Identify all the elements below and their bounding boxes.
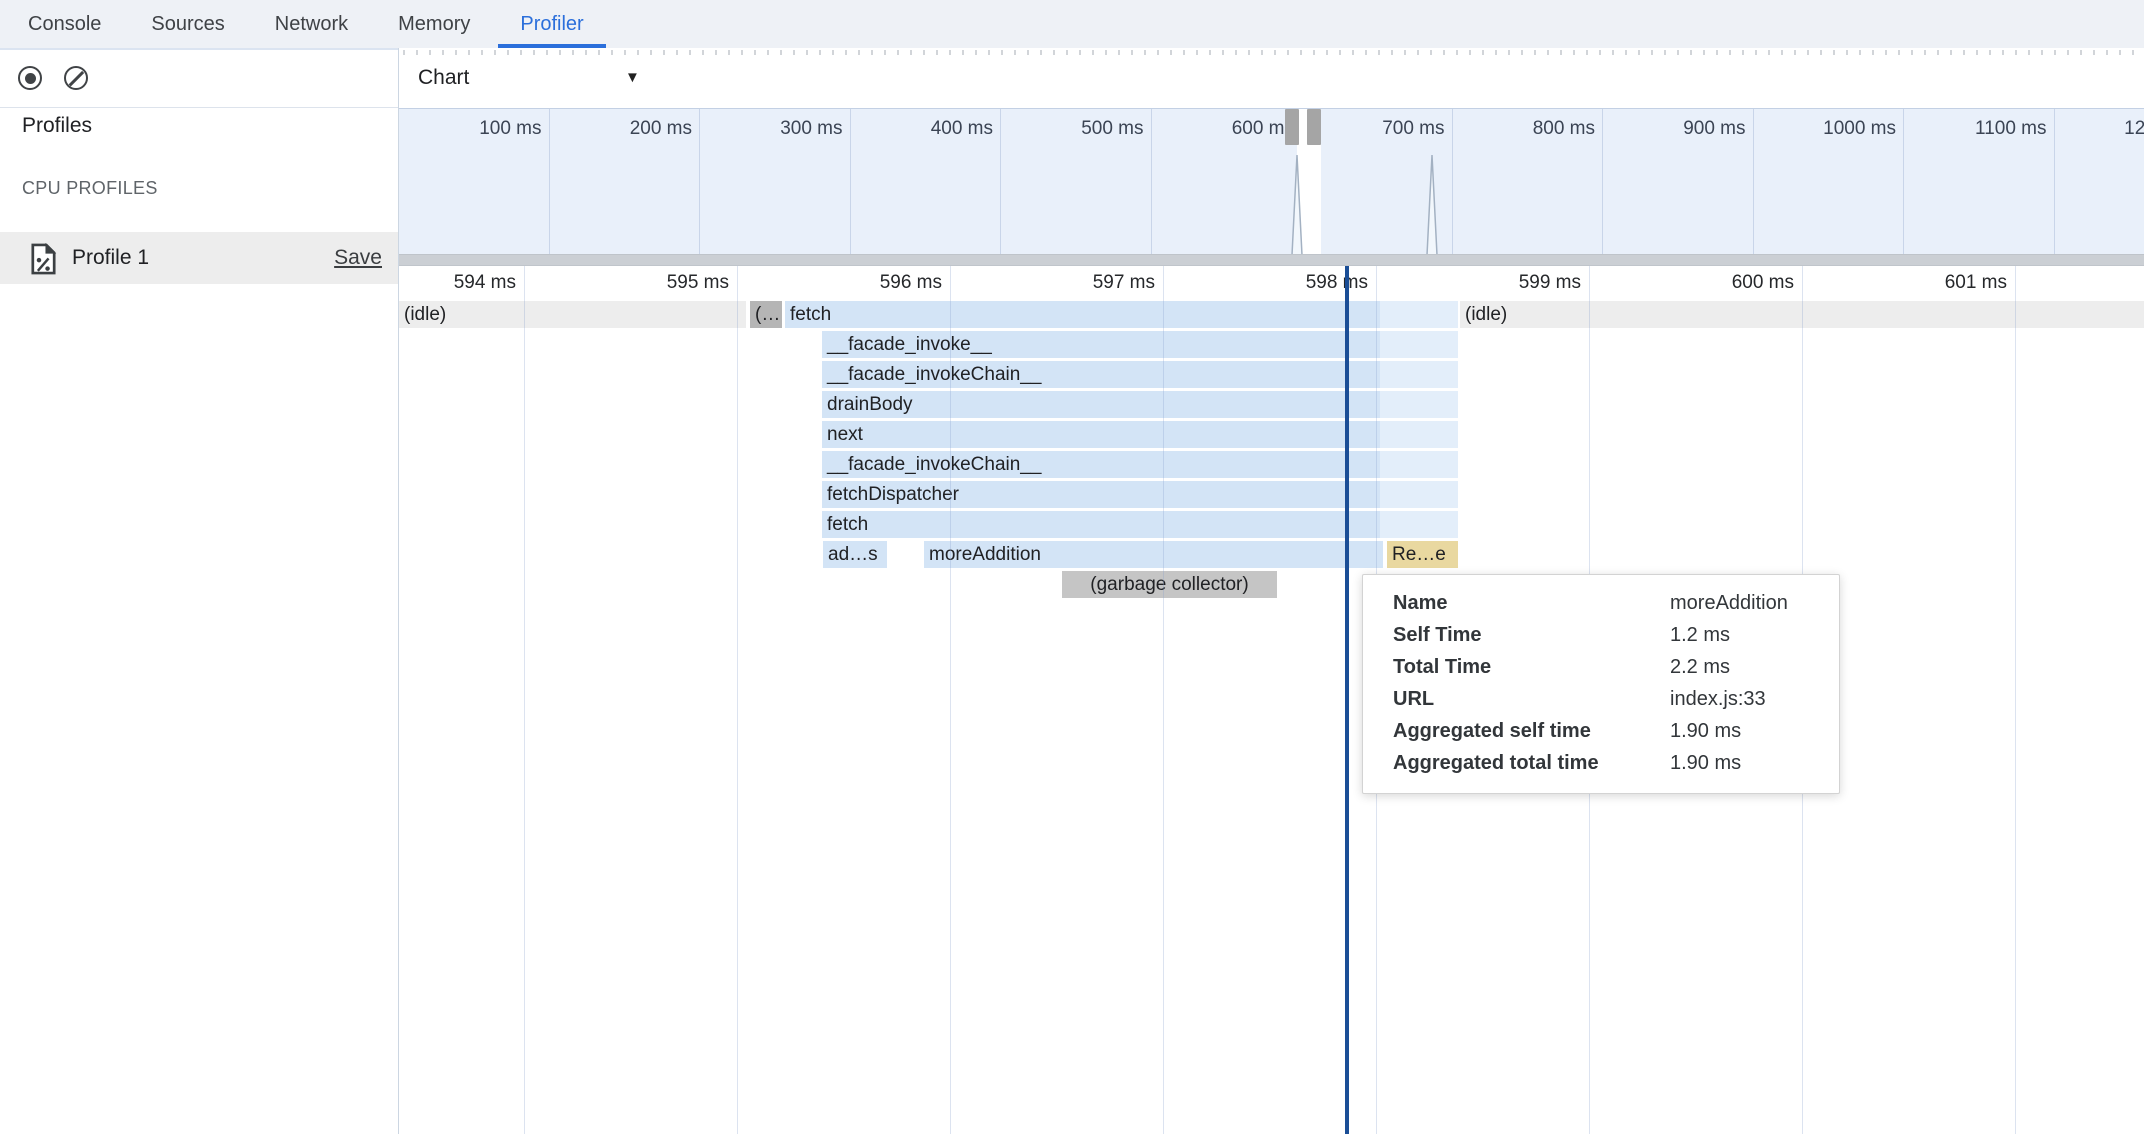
tooltip-value: moreAddition (1670, 587, 1788, 619)
tooltip-value: 2.2 ms (1670, 651, 1730, 683)
flame-ruler-label: 598 ms (1246, 266, 1368, 300)
gc-bar[interactable]: (garbage collector) (1062, 571, 1277, 598)
flame-bar[interactable]: __facade_invokeChain__ (822, 451, 1458, 478)
flame-gridline (737, 266, 738, 1134)
tooltip-row: URLindex.js:33 (1393, 683, 1815, 715)
save-profile-link[interactable]: Save (334, 232, 382, 284)
profile-document-icon (30, 243, 57, 280)
tooltip-label: Aggregated self time (1393, 715, 1670, 747)
flame-bar[interactable]: moreAddition (924, 541, 1383, 568)
profiles-heading: Profiles (22, 114, 92, 138)
tooltip-value: 1.90 ms (1670, 747, 1741, 779)
tooltip-value: index.js:33 (1670, 683, 1766, 715)
tab-memory[interactable]: Memory (376, 0, 492, 48)
timeline-overview[interactable]: 100 ms200 ms300 ms400 ms500 ms600 ms700 … (399, 108, 2144, 254)
sidebar-divider (398, 48, 399, 1134)
tooltip-label: Name (1393, 587, 1670, 619)
flame-bar[interactable]: next (822, 421, 1458, 448)
sidebar-item-profile-1[interactable]: Profile 1 Save (0, 232, 398, 284)
tooltip-value: 1.2 ms (1670, 619, 1730, 651)
flame-bar[interactable]: fetchDispatcher (822, 481, 1458, 508)
tooltip-row: Aggregated self time1.90 ms (1393, 715, 1815, 747)
record-profile-button[interactable] (18, 66, 42, 90)
flame-ruler-label: 600 ms (1672, 266, 1794, 300)
flame-gridline (1163, 266, 1164, 1134)
tooltip-label: Aggregated total time (1393, 747, 1670, 779)
tab-profiler[interactable]: Profiler (498, 0, 605, 48)
cpu-activity-spikes (399, 109, 2144, 254)
profile-name: Profile 1 (72, 232, 149, 284)
chevron-down-icon: ▼ (625, 48, 640, 108)
tooltip-row: NamemoreAddition (1393, 587, 1815, 619)
frame-details-tooltip: NamemoreAdditionSelf Time1.2 msTotal Tim… (1362, 574, 1840, 794)
view-mode-dropdown[interactable]: Chart ▼ (399, 48, 2144, 108)
idle-bar: (idle) (399, 301, 746, 328)
flame-ruler-label: 597 ms (1033, 266, 1155, 300)
tooltip-value: 1.90 ms (1670, 715, 1741, 747)
flame-bar[interactable]: fetch (822, 511, 1458, 538)
profiler-toolbar (0, 48, 398, 108)
flame-ruler-label: 594 ms (394, 266, 516, 300)
devtools-window: Console Sources Network Memory Profiler … (0, 0, 2144, 1134)
profiles-sidebar: Profiles CPU PROFILES Profile 1 Save (0, 48, 398, 1134)
tooltip-row: Total Time2.2 ms (1393, 651, 1815, 683)
flame-bar[interactable]: fetch (785, 301, 1458, 328)
hot-bar[interactable]: Re…e (1387, 541, 1458, 568)
tab-console[interactable]: Console (6, 0, 123, 48)
devtools-tab-bar: Console Sources Network Memory Profiler (0, 0, 2144, 48)
flame-gridline (2015, 266, 2016, 1134)
tooltip-label: URL (1393, 683, 1670, 715)
cpu-profiles-section-heading: CPU PROFILES (22, 178, 158, 199)
truncated-bar[interactable]: (… (750, 301, 782, 328)
overview-flame-divider (399, 254, 2144, 266)
view-mode-value: Chart (418, 48, 469, 108)
tooltip-row: Self Time1.2 ms (1393, 619, 1815, 651)
flame-bar[interactable]: drainBody (822, 391, 1458, 418)
tooltip-label: Total Time (1393, 651, 1670, 683)
clear-profiles-button[interactable] (64, 66, 88, 90)
flame-ruler-label: 595 ms (607, 266, 729, 300)
flame-ruler-label: 596 ms (820, 266, 942, 300)
playhead-line[interactable] (1345, 266, 1349, 1134)
tab-sources[interactable]: Sources (129, 0, 246, 48)
flame-bar[interactable]: __facade_invoke__ (822, 331, 1458, 358)
flame-gridline (524, 266, 525, 1134)
flame-bar[interactable]: __facade_invokeChain__ (822, 361, 1458, 388)
flame-gridline (950, 266, 951, 1134)
flame-ruler-label: 601 ms (1885, 266, 2007, 300)
flame-bar[interactable]: ad…s (823, 541, 887, 568)
flame-ruler-label: 599 ms (1459, 266, 1581, 300)
tooltip-label: Self Time (1393, 619, 1670, 651)
tab-network[interactable]: Network (253, 0, 370, 48)
tooltip-row: Aggregated total time1.90 ms (1393, 747, 1815, 779)
